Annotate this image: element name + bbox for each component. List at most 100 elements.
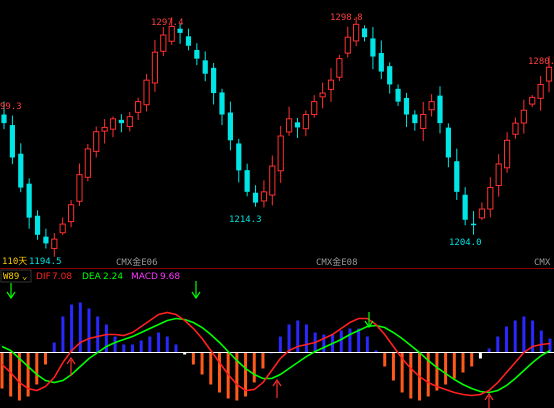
days-label: 110天 xyxy=(2,257,27,267)
macd-bar xyxy=(113,336,117,353)
macd-bar xyxy=(487,348,491,353)
macd-bar xyxy=(452,352,456,379)
candle-bull xyxy=(101,126,108,132)
macd-bar xyxy=(252,352,256,383)
macd-bar xyxy=(165,336,169,353)
candle-bear xyxy=(445,127,451,158)
candle-bull xyxy=(277,135,284,172)
candle-bull xyxy=(311,101,318,116)
price-label-high-2: 1298.8 xyxy=(330,13,363,23)
macd-bar xyxy=(513,320,517,353)
candle-bear xyxy=(395,88,401,102)
macd-bar xyxy=(122,344,126,353)
macd-bar xyxy=(435,352,439,391)
candle-bull xyxy=(109,118,117,130)
candle-bull xyxy=(67,204,75,223)
candle-bull xyxy=(76,174,83,202)
candle-bull xyxy=(495,163,502,187)
candle-bull xyxy=(529,96,536,105)
macd-bar xyxy=(496,336,500,353)
candle-bull xyxy=(59,223,66,234)
candle-bull xyxy=(84,148,91,178)
candle-bull xyxy=(503,139,511,169)
candle-bear xyxy=(43,236,49,244)
candle-bull xyxy=(353,23,360,42)
macd-bar xyxy=(383,352,387,367)
macd-bar xyxy=(470,352,474,367)
macd-bar xyxy=(261,352,265,369)
candle-bull xyxy=(344,36,351,54)
candle-bull xyxy=(126,116,133,128)
macd-bar xyxy=(304,324,308,353)
candle-bear xyxy=(403,97,410,115)
dif-value: 7.08 xyxy=(52,272,72,282)
macd-bar xyxy=(70,304,74,353)
candle-bear xyxy=(454,161,460,192)
dea-label: DEA xyxy=(82,272,102,282)
candle-bull xyxy=(160,34,167,52)
contract-label-e08: CMX金E08 xyxy=(316,256,358,268)
chart-canvas[interactable]: 99.3 1297.4 1298.8 1280.3 1214.3 1204.0 … xyxy=(0,0,554,408)
candle-bear xyxy=(118,119,124,124)
period-label[interactable]: W89 xyxy=(3,272,19,282)
macd-bar xyxy=(35,352,39,385)
chevron-down-icon[interactable]: ⌄ xyxy=(22,272,27,282)
macd-bar xyxy=(348,328,352,353)
price-label-right-high: 1280.3 xyxy=(528,57,554,67)
candle-bear xyxy=(378,53,384,72)
price-label-left-low: 1194.5 xyxy=(29,257,62,267)
candle-bull xyxy=(327,79,335,90)
candle-bull xyxy=(420,114,427,129)
macd-bar xyxy=(209,352,213,385)
price-label-low-right: 1204.0 xyxy=(449,238,482,248)
macd-bar xyxy=(539,330,543,353)
chart-background xyxy=(0,0,554,408)
candle-bull xyxy=(93,131,100,152)
macd-label: MACD xyxy=(131,272,158,282)
macd-bar xyxy=(217,352,221,393)
contract-label-e06: CMX金E06 xyxy=(116,256,158,268)
candle-bear xyxy=(177,28,183,33)
macd-bar xyxy=(505,326,509,353)
candle-bull xyxy=(135,101,142,113)
candle-bear xyxy=(26,183,32,218)
macd-bar xyxy=(287,324,291,353)
candle-bear xyxy=(370,38,376,57)
candle-bear xyxy=(9,125,15,158)
candle-bull xyxy=(51,238,58,249)
candle-bull xyxy=(151,51,159,84)
candle-bull xyxy=(260,191,268,202)
candle-bear xyxy=(227,112,233,141)
macd-bar xyxy=(26,352,30,397)
macd-bar xyxy=(278,336,282,353)
candle-bull xyxy=(269,165,276,196)
candle-bear xyxy=(252,192,259,203)
candle-bear xyxy=(211,67,217,94)
macd-bar xyxy=(174,344,178,353)
macd-bar xyxy=(104,324,108,353)
candle-bull xyxy=(428,101,435,111)
macd-bar xyxy=(87,308,91,353)
candle-bear xyxy=(202,60,208,74)
candle-bull xyxy=(520,109,527,124)
candle-bear xyxy=(294,122,301,128)
candle-bear xyxy=(1,114,7,124)
candle-bear xyxy=(244,170,250,192)
macd-bar xyxy=(444,352,448,385)
macd-bar xyxy=(365,336,369,353)
macd-bar xyxy=(148,336,152,353)
macd-bar xyxy=(96,316,100,353)
candle-bear xyxy=(194,49,200,59)
macd-bar xyxy=(43,352,47,365)
candle-bear xyxy=(18,153,24,188)
candle-bear xyxy=(437,95,443,124)
macd-bar xyxy=(357,328,361,353)
candle-bull xyxy=(478,208,486,219)
macd-bar xyxy=(157,332,161,353)
candle-bull xyxy=(537,83,544,99)
candle-bear xyxy=(387,66,393,85)
candle-bear xyxy=(470,223,477,226)
candle-bull xyxy=(545,66,553,82)
price-label-left-edge: 99.3 xyxy=(0,102,22,112)
dif-label: DIF xyxy=(36,272,51,282)
